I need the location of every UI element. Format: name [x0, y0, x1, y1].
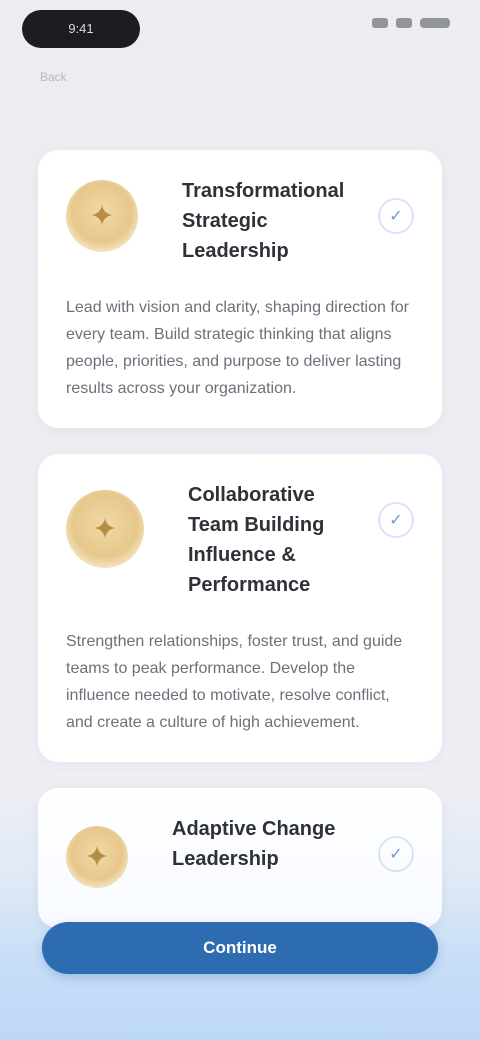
check-icon[interactable]: ✓	[378, 836, 414, 872]
option-card[interactable]: ✦ Adaptive Change Leadership ✓	[38, 788, 442, 928]
award-icon: ✦	[66, 490, 144, 568]
status-bar: 9:41	[0, 0, 480, 64]
award-icon: ✦	[66, 826, 128, 888]
continue-button[interactable]: Continue	[42, 922, 438, 974]
check-icon[interactable]: ✓	[378, 502, 414, 538]
option-card-header: ✦ Collaborative Team Building Influence …	[66, 480, 414, 600]
award-icon: ✦	[66, 180, 138, 252]
option-card[interactable]: ✦ Collaborative Team Building Influence …	[38, 454, 442, 762]
option-card-header: ✦ Adaptive Change Leadership ✓	[66, 814, 414, 888]
status-icons	[372, 18, 450, 28]
check-icon[interactable]: ✓	[378, 198, 414, 234]
signal-icon	[372, 18, 388, 28]
option-title: Transformational Strategic Leadership	[182, 180, 345, 262]
option-title: Adaptive Change Leadership	[172, 818, 336, 870]
battery-icon	[420, 18, 450, 28]
selection-list: ✦ Transformational Strategic Leadership …	[38, 150, 442, 954]
wifi-icon	[396, 18, 412, 28]
option-card-header: ✦ Transformational Strategic Leadership …	[66, 176, 414, 266]
status-time: 9:41	[22, 10, 140, 48]
option-description: Strengthen relationships, foster trust, …	[66, 633, 403, 731]
option-card[interactable]: ✦ Transformational Strategic Leadership …	[38, 150, 442, 428]
option-description: Lead with vision and clarity, shaping di…	[66, 299, 409, 397]
option-title: Collaborative Team Building Influence & …	[188, 484, 325, 596]
back-link[interactable]: Back	[40, 70, 110, 84]
